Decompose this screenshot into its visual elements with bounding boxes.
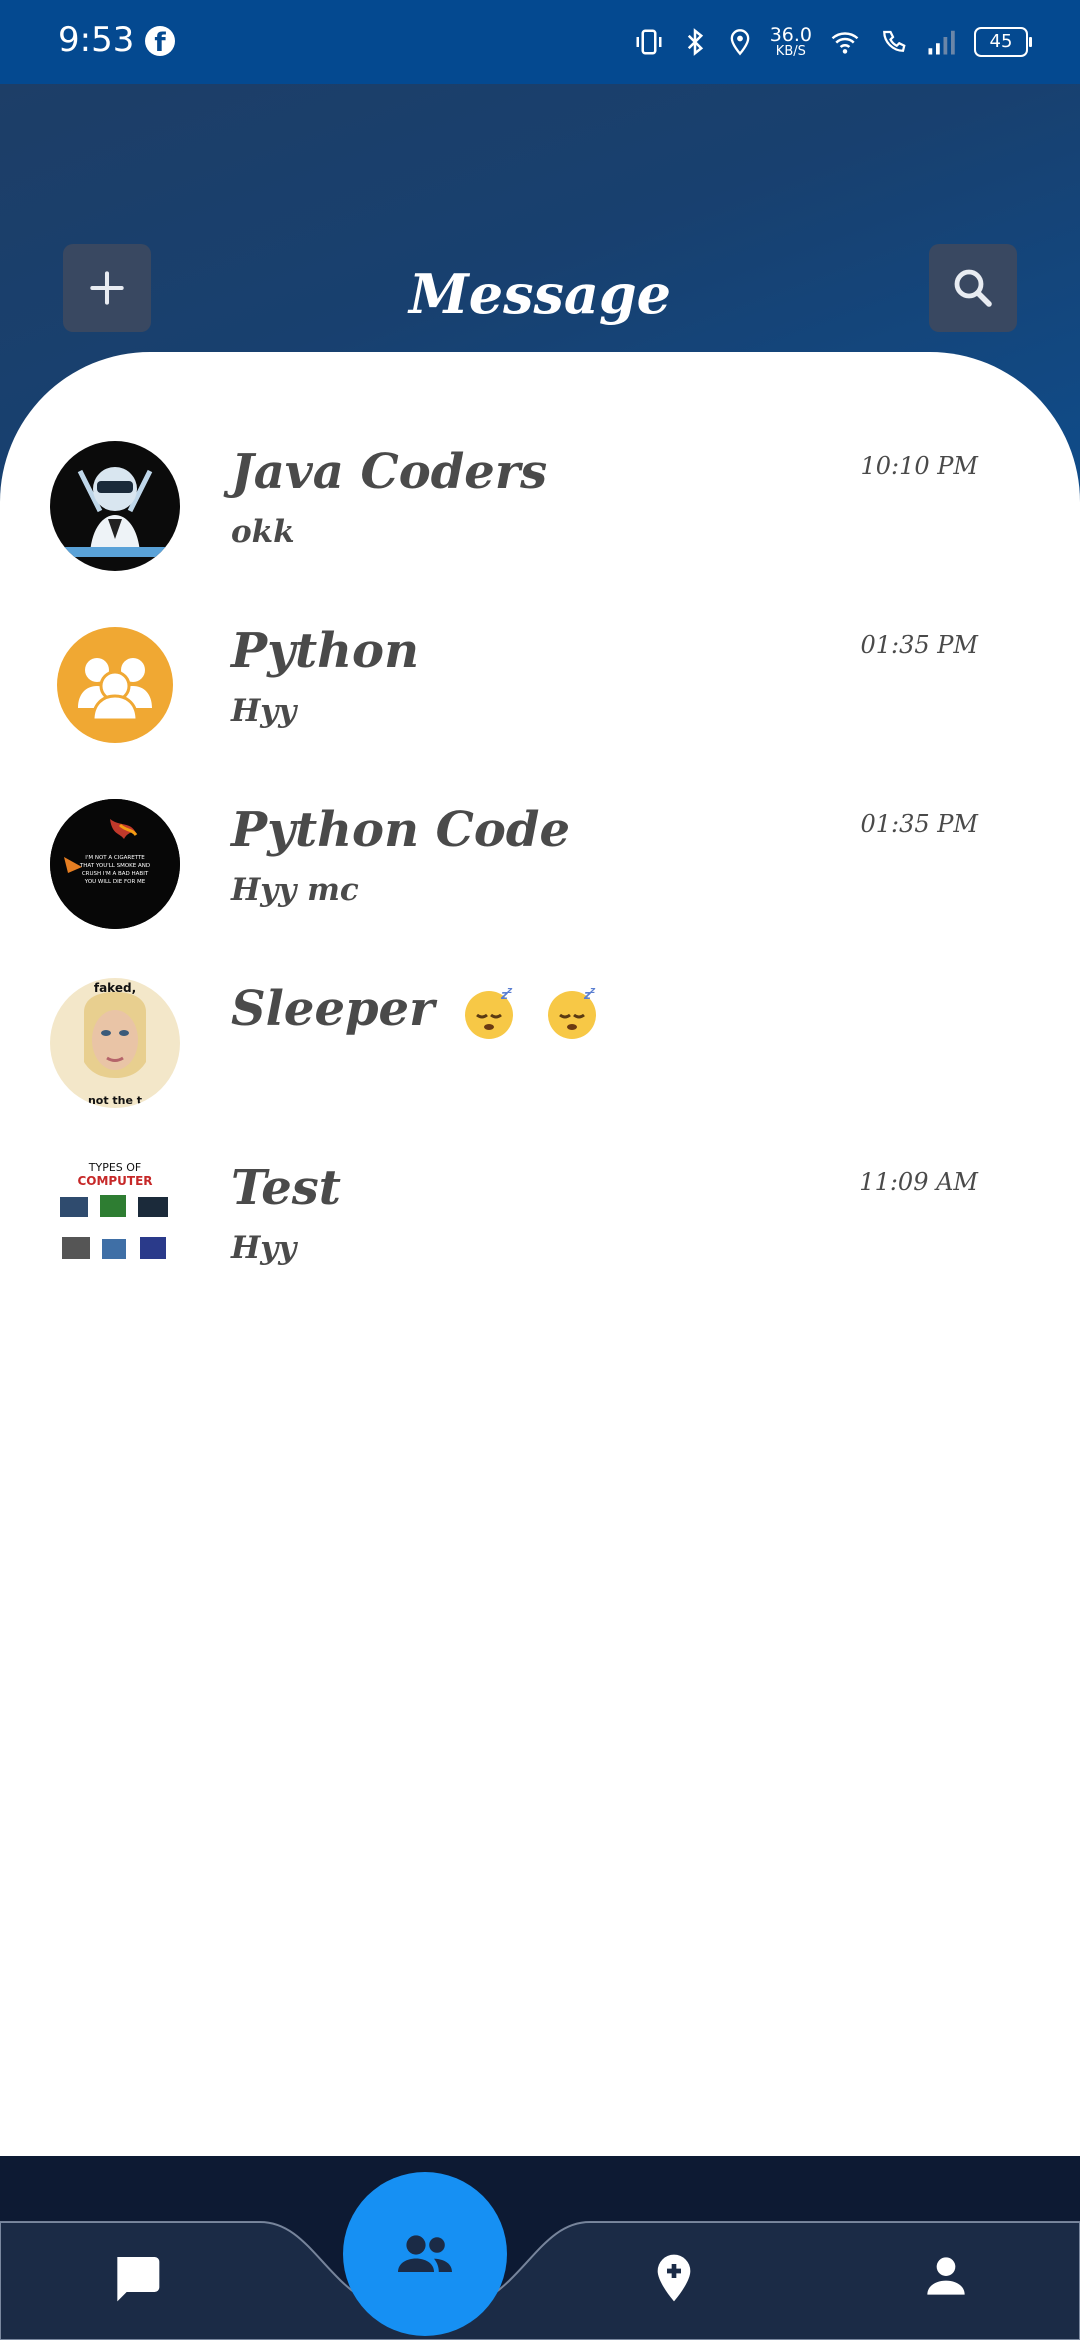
net-speed: 36.0 KB/S [769,24,812,59]
svg-text:THAT YOU'LL SMOKE AND: THAT YOU'LL SMOKE AND [79,863,150,869]
chat-last-message: Hyy mc [231,872,359,908]
signal-icon [928,30,955,55]
chat-row-java-coders[interactable]: Java Coders okk 10:10 PM [0,422,1080,601]
chat-last-message: Hyy [231,1230,297,1266]
chat-time: 11:09 AM [859,1168,978,1196]
chat-name: Python [231,623,419,679]
avatar-python[interactable] [50,620,180,750]
svg-text:CRUSH I'M A BAD HABIT: CRUSH I'M A BAD HABIT [82,871,149,877]
add-location-icon[interactable] [646,2248,702,2308]
person-icon[interactable] [918,2248,974,2304]
chat-sheet: Java Coders okk 10:10 PM Python Hyy 01:3… [0,352,1080,2156]
location-icon [730,29,750,56]
status-time: 9:53 [58,20,135,60]
computer-types-avatar-image: TYPES OF COMPUTER [50,1157,180,1287]
chat-last-message: okk [231,514,295,550]
chat-row-python-code[interactable]: I'M NOT A CIGARETTE THAT YOU'LL SMOKE AN… [0,780,1080,959]
gamer-avatar-image [50,441,180,571]
chat-row-python[interactable]: Python Hyy 01:35 PM [0,601,1080,780]
chat-icon[interactable] [108,2250,164,2306]
svg-text:I'M NOT A CIGARETTE: I'M NOT A CIGARETTE [85,855,145,861]
chat-name: Sleeper z z z z [231,981,600,1041]
chat-last-message: Hyy [231,693,297,729]
svg-text:YOU WILL DIE FOR ME: YOU WILL DIE FOR ME [84,879,146,885]
avatar-sleeper[interactable]: faked, not the t [50,978,180,1108]
facebook-icon: f [145,26,175,56]
svg-text:z: z [506,986,513,996]
dark-text-avatar-image: I'M NOT A CIGARETTE THAT YOU'LL SMOKE AN… [50,799,180,929]
wifi-call-icon [883,30,906,52]
chat-row-test[interactable]: TYPES OF COMPUTER Test Hyy 11:09 AM [0,1138,1080,1317]
chat-list: Java Coders okk 10:10 PM Python Hyy 01:3… [0,422,1080,1317]
svg-text:z: z [589,986,596,996]
chat-name: Python Code [231,802,570,858]
chat-time: 01:35 PM [860,810,978,838]
search-button[interactable] [929,244,1017,332]
chat-row-sleeper[interactable]: faked, not the t Sleeper z z z z [0,959,1080,1138]
sleeping-emoji-icon: z z [465,986,514,1039]
group-placeholder-avatar-image [57,627,173,743]
battery-indicator: 45 [974,27,1032,57]
wifi-icon [831,32,859,54]
sleeping-emoji-icon: z z [547,986,596,1039]
chat-name-text: Sleeper [231,981,435,1037]
avatar-java-coders[interactable] [50,441,180,571]
chat-time: 01:35 PM [860,631,978,659]
search-icon [954,269,992,307]
avatar-test[interactable]: TYPES OF COMPUTER [50,1157,180,1287]
portrait-avatar-image: faked, not the t [50,978,180,1108]
svg-text:not the t: not the t [88,1094,142,1107]
vibrate-icon [636,29,662,55]
status-icons: 36.0 KB/S 45 [634,20,1032,64]
svg-text:TYPES OF: TYPES OF [88,1161,142,1174]
status-bar: 9:53 f 36.0 KB/S 45 [0,0,1080,84]
page-title: Message [408,262,672,326]
svg-text:COMPUTER: COMPUTER [77,1174,152,1188]
chat-name: Java Coders [231,444,548,500]
groups-fab-button[interactable] [343,2172,507,2336]
group-icon [398,2235,452,2272]
bluetooth-icon [687,28,703,56]
chat-name: Test [231,1160,341,1216]
bottom-navigation [0,2156,1080,2340]
avatar-python-code[interactable]: I'M NOT A CIGARETTE THAT YOU'LL SMOKE AN… [50,799,180,929]
chat-time: 10:10 PM [860,452,978,480]
